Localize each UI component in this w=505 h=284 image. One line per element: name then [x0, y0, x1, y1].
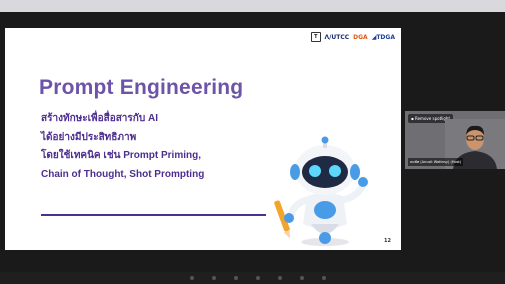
participant-name-label: ธนพัท (Anusit Wattnsy) (Host) — [408, 158, 464, 166]
top-window-bar — [0, 0, 505, 12]
slide-page-number: 12 — [384, 238, 391, 244]
logo-strip: T Λ/UTCC DGA ◢TDGA — [311, 32, 395, 42]
tdga-logo: ◢TDGA — [371, 33, 395, 41]
toolbar-button-4[interactable] — [256, 276, 260, 280]
slide-line-2: ได้อย่างมีประสิทธิภาพ — [41, 131, 137, 143]
title-underline — [41, 214, 266, 216]
toolbar-button-5[interactable] — [278, 276, 282, 280]
slide-line-3: โดยใช้เทคนิค เช่น Prompt Priming, — [41, 150, 201, 161]
dga-logo: DGA — [353, 33, 368, 41]
pin-icon: ▪ — [411, 116, 414, 121]
shared-slide: T Λ/UTCC DGA ◢TDGA Prompt Engineering สร… — [5, 28, 401, 250]
slide-line-4: Chain of Thought, Shot Prompting — [41, 168, 205, 180]
participant-video-tile[interactable]: ▪ Remove spotlight ธนพัท (Anusit Wattnsy… — [405, 111, 505, 169]
toolbar-button-6[interactable] — [300, 276, 304, 280]
slide-body: สร้างทักษะเพื่อสื่อสารกับ AI ได้อย่างมีป… — [41, 110, 204, 184]
slide-line-1: สร้างทักษะเพื่อสื่อสารกับ AI — [41, 113, 158, 124]
robot-illustration — [274, 136, 368, 246]
tfex-logo: T — [311, 32, 321, 42]
toolbar-button-3[interactable] — [234, 276, 238, 280]
toolbar-button-7[interactable] — [322, 276, 326, 280]
toolbar-button-2[interactable] — [212, 276, 216, 280]
toolbar-button-1[interactable] — [190, 276, 194, 280]
utcc-logo: Λ/UTCC — [324, 33, 350, 41]
meeting-toolbar — [0, 272, 505, 284]
slide-title: Prompt Engineering — [39, 76, 244, 99]
